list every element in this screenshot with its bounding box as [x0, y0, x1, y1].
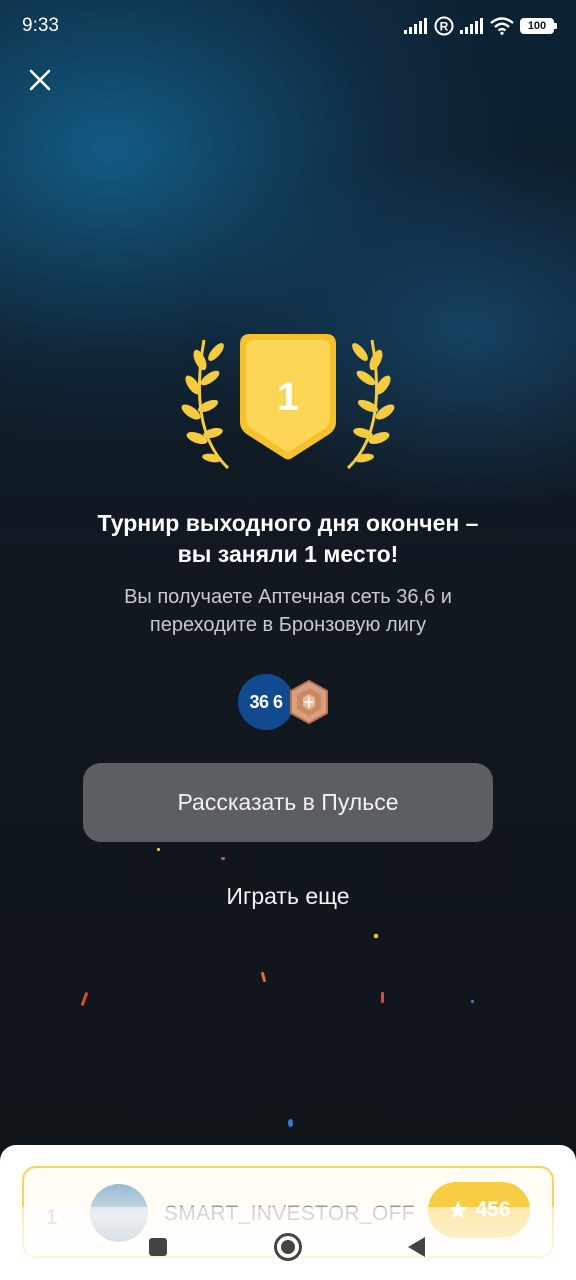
share-in-pulse-button[interactable]: Рассказать в Пульсе: [83, 763, 493, 842]
result-subtitle: Вы получаете Аптечная сеть 36,6 и перехо…: [40, 583, 536, 639]
battery-icon: 100: [520, 18, 557, 34]
confetti-piece: [381, 992, 384, 1003]
reward-badges: 36 6: [238, 674, 338, 730]
svg-text:R: R: [440, 20, 449, 34]
signal-icon: [460, 18, 483, 34]
background: [0, 0, 576, 1280]
result-title: Турнир выходного дня окончен – вы заняли…: [40, 508, 536, 570]
first-place-badge: 1: [181, 334, 395, 470]
home-icon: [274, 1233, 302, 1261]
confetti-piece: [221, 857, 225, 860]
wifi-icon: [490, 17, 514, 35]
recents-icon: [149, 1238, 167, 1256]
back-icon: [408, 1237, 425, 1257]
bronze-league-icon: [290, 680, 328, 724]
confetti-piece: [288, 1119, 293, 1127]
signal-icon: [404, 18, 427, 34]
registered-icon: R: [434, 16, 454, 36]
laurel-right-icon: [346, 339, 395, 470]
battery-tip: [554, 23, 557, 29]
confetti-piece: [374, 934, 378, 938]
system-nav-bar: [0, 1212, 576, 1280]
play-again-label: Играть еще: [226, 882, 350, 909]
back-button[interactable]: [398, 1232, 434, 1262]
pharmacy-brand-badge: 36 6: [238, 674, 294, 730]
result-title-line1: Турнир выходного дня окончен –: [97, 510, 479, 536]
result-subtitle-line1: Вы получаете Аптечная сеть 36,6 и: [124, 586, 452, 608]
status-bar: 9:33 R 100: [0, 0, 576, 52]
result-title-line2: вы заняли 1 место!: [177, 541, 399, 567]
place-number: 1: [277, 375, 299, 419]
confetti-piece: [471, 1000, 474, 1003]
laurel-left-icon: [181, 339, 230, 470]
home-button[interactable]: [268, 1230, 308, 1264]
play-again-button[interactable]: Играть еще: [188, 876, 388, 916]
confetti-piece: [157, 848, 160, 851]
close-icon: [29, 69, 51, 91]
status-time: 9:33: [22, 15, 59, 36]
battery-level: 100: [527, 20, 547, 32]
close-button[interactable]: [20, 60, 60, 100]
brand-badge-label: 36 6: [249, 691, 283, 712]
recents-button[interactable]: [140, 1232, 176, 1262]
result-subtitle-line2: переходите в Бронзовую лигу: [149, 614, 427, 636]
status-icons: R 100: [404, 16, 557, 36]
share-button-label: Рассказать в Пульсе: [177, 789, 399, 815]
